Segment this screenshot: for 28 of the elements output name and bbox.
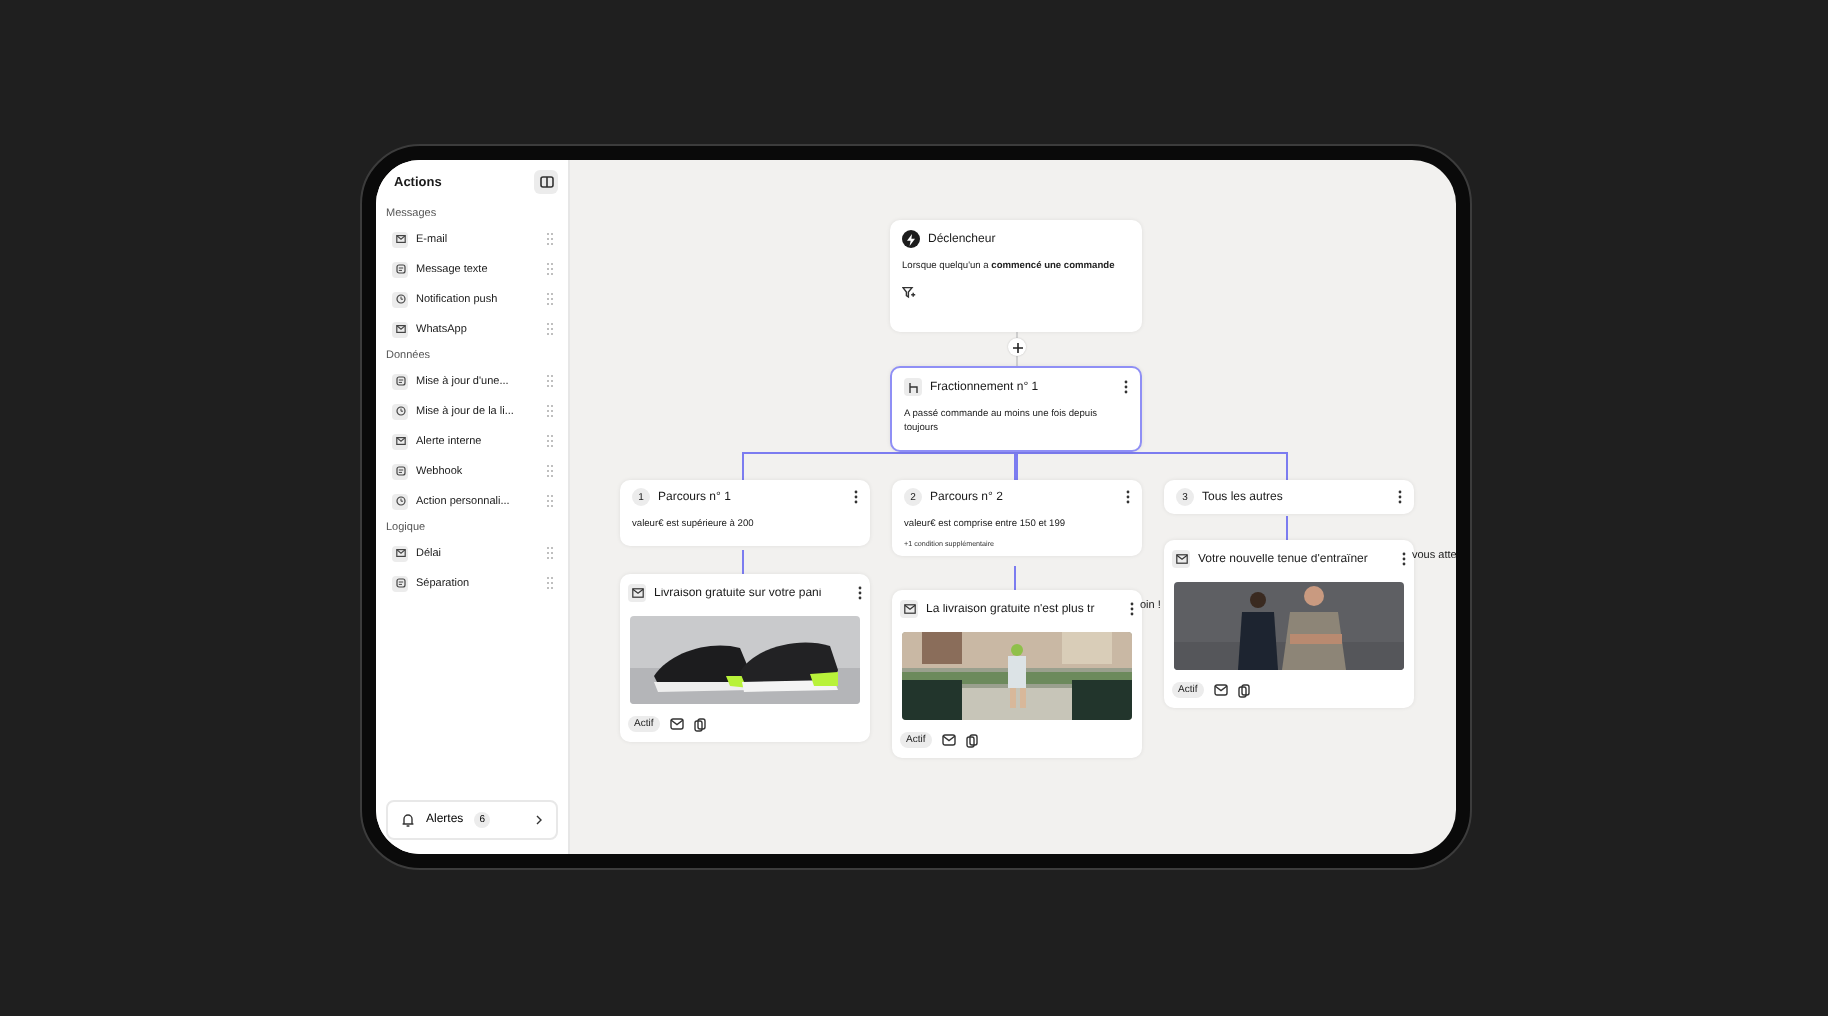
envelope-icon bbox=[1172, 550, 1190, 568]
clock-icon bbox=[395, 496, 405, 506]
envelope-icon bbox=[395, 548, 405, 558]
copy-icon[interactable] bbox=[965, 733, 978, 747]
clock-icon bbox=[395, 406, 405, 416]
email-icon[interactable] bbox=[669, 718, 684, 730]
note-icon bbox=[395, 376, 405, 386]
note-icon bbox=[395, 466, 405, 476]
envelope-icon bbox=[628, 584, 646, 602]
add-step-button[interactable] bbox=[1008, 338, 1026, 356]
envelope-icon bbox=[395, 436, 405, 446]
envelope-icon bbox=[900, 600, 918, 618]
copy-icon[interactable] bbox=[1237, 683, 1250, 697]
copy-icon[interactable] bbox=[693, 717, 706, 731]
email-icon[interactable] bbox=[1213, 684, 1228, 696]
bell-icon bbox=[400, 812, 416, 828]
note-icon bbox=[395, 264, 405, 274]
split-icon bbox=[904, 378, 922, 396]
envelope-icon bbox=[395, 234, 405, 244]
panel-icon bbox=[539, 176, 553, 188]
note-icon bbox=[395, 578, 405, 588]
lightning-icon bbox=[902, 230, 920, 248]
envelope-icon bbox=[395, 324, 405, 334]
chevron-right-icon bbox=[534, 814, 544, 826]
email-icon[interactable] bbox=[941, 734, 956, 746]
filter-icon[interactable] bbox=[902, 285, 916, 300]
panel-toggle-button[interactable] bbox=[534, 170, 558, 194]
clock-icon bbox=[395, 294, 405, 304]
